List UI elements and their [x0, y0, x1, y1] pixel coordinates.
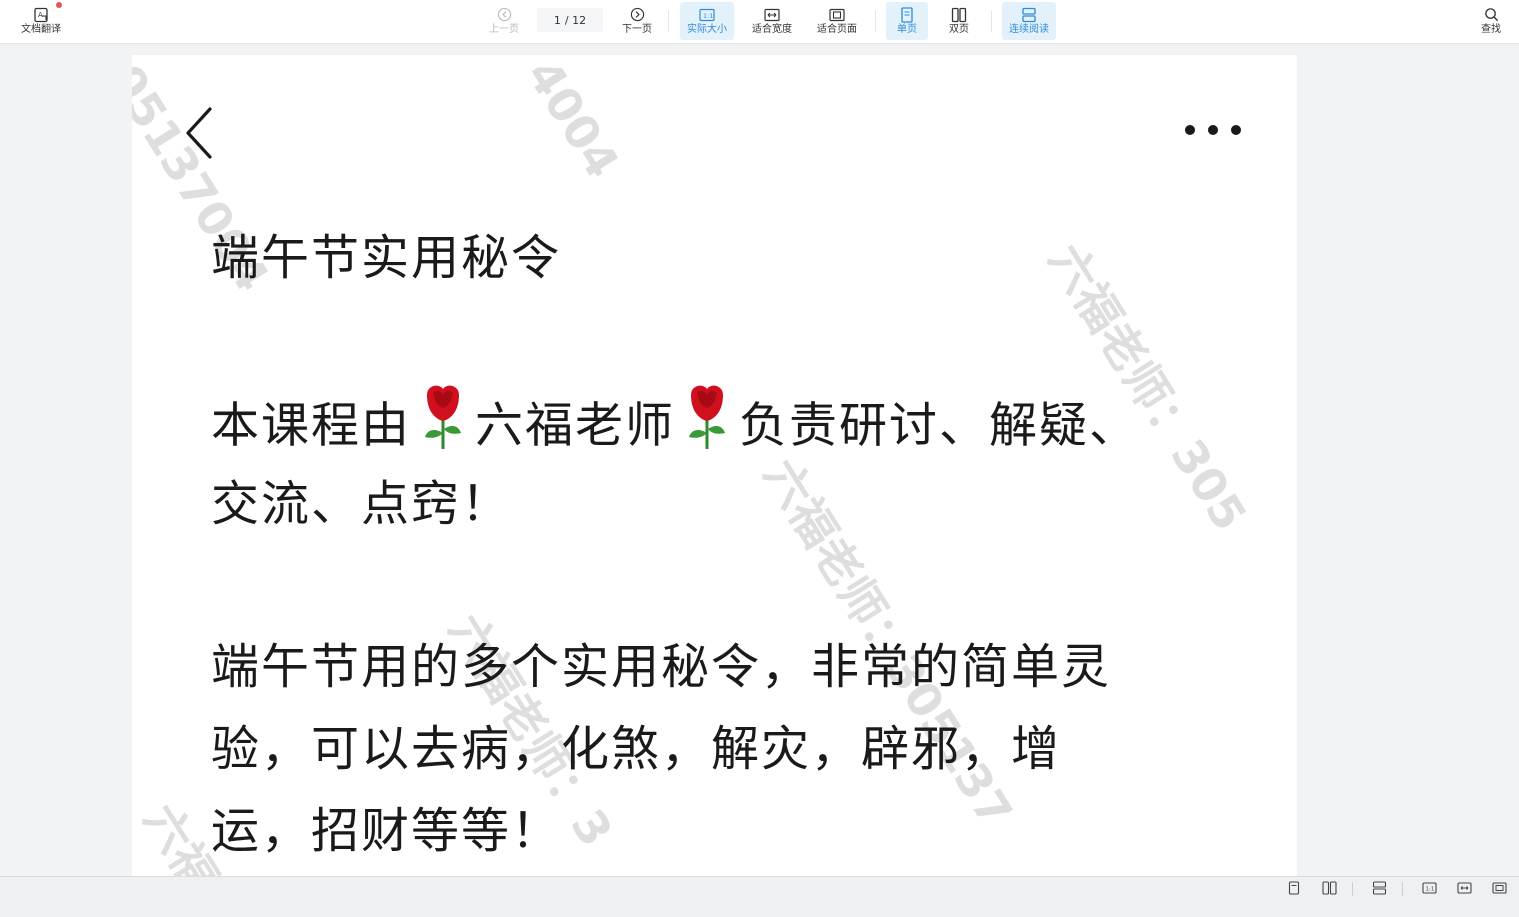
- continuous-scroll-icon[interactable]: [1371, 881, 1387, 895]
- continuous-reading-button[interactable]: 连续阅读: [1002, 2, 1056, 40]
- prev-page-button[interactable]: 上一页: [483, 2, 525, 40]
- double-page-label: 双页: [949, 23, 969, 35]
- page-current-input[interactable]: 1: [554, 14, 561, 27]
- double-page-icon[interactable]: [1321, 881, 1337, 895]
- fit-width-icon[interactable]: [1456, 881, 1472, 895]
- document-title: 端午节实用秘令: [211, 230, 562, 286]
- actual-size-button[interactable]: 1:1 实际大小: [680, 2, 734, 40]
- prev-page-label: 上一页: [489, 23, 519, 35]
- double-page-button[interactable]: 双页: [938, 2, 980, 40]
- fit-width-label: 适合宽度: [752, 23, 792, 35]
- single-page-icon[interactable]: [1286, 881, 1302, 895]
- single-page-label: 单页: [897, 23, 917, 35]
- toolbar-divider: [875, 10, 876, 32]
- page-total: / 12: [564, 13, 587, 27]
- notification-badge: [56, 2, 62, 8]
- status-bar: 1:1: [0, 876, 1519, 917]
- translate-doc-icon: A: [33, 7, 49, 23]
- fit-page-icon: [829, 7, 845, 23]
- actual-size-label: 实际大小: [687, 23, 727, 35]
- fit-page-button[interactable]: 适合页面: [810, 2, 864, 40]
- back-chevron-icon[interactable]: [182, 105, 216, 165]
- one-to-one-icon: 1:1: [699, 7, 715, 23]
- single-page-icon: [900, 6, 914, 23]
- search-icon: [1484, 7, 1499, 23]
- more-dots-icon[interactable]: [1185, 125, 1241, 135]
- paragraph-2-line3: 运，招财等等！: [211, 803, 562, 859]
- top-toolbar: A 文档翻译 上一页 1 / 12 下一页 1:1 实际大小 适合宽度 适合页面…: [0, 0, 1519, 44]
- next-page-button[interactable]: 下一页: [616, 2, 658, 40]
- status-divider: [1352, 882, 1353, 896]
- paragraph-1-line2: 交流、点窍！: [211, 476, 512, 532]
- svg-text:1:1: 1:1: [1425, 887, 1434, 893]
- next-page-label: 下一页: [622, 23, 652, 35]
- page-indicator[interactable]: 1 / 12: [537, 8, 603, 32]
- paragraph-1: 本课程由 六福老师 负责研讨、解疑、: [211, 381, 1211, 476]
- status-divider: [1402, 882, 1403, 896]
- search-button[interactable]: 查找: [1474, 2, 1508, 40]
- fit-width-icon: [764, 7, 780, 23]
- document-page: 05137004 4004 六福老师：305 六福老师：305137 六福老师：…: [132, 55, 1297, 876]
- continuous-reading-label: 连续阅读: [1009, 23, 1049, 35]
- fit-page-label: 适合页面: [817, 23, 857, 35]
- fit-page-icon[interactable]: [1491, 881, 1507, 895]
- circle-arrow-left-icon: [497, 7, 512, 23]
- search-label: 查找: [1481, 23, 1501, 35]
- rose-emoji-icon: [677, 381, 737, 476]
- translate-label: 文档翻译: [21, 23, 61, 35]
- paragraph-2-line1: 端午节用的多个实用秘令，非常的简单灵: [211, 639, 1112, 695]
- toolbar-divider: [668, 10, 669, 32]
- document-viewer[interactable]: 05137004 4004 六福老师：305 六福老师：305137 六福老师：…: [0, 45, 1519, 876]
- p1-part1: 本课程由: [211, 397, 412, 454]
- double-page-icon: [951, 7, 967, 23]
- svg-text:A: A: [38, 11, 43, 19]
- p1-name: 六福老师: [475, 397, 676, 454]
- watermark-text: 4004: [516, 55, 630, 188]
- rose-emoji-icon: [413, 381, 473, 476]
- single-page-button[interactable]: 单页: [886, 2, 928, 40]
- p1-part2: 负责研讨、解疑、: [739, 397, 1140, 454]
- svg-text:1:1: 1:1: [703, 12, 713, 20]
- circle-arrow-right-icon: [630, 7, 645, 23]
- continuous-scroll-icon: [1021, 7, 1037, 23]
- paragraph-2-line2: 验，可以去病，化煞，解灾，辟邪，增: [211, 721, 1062, 777]
- fit-width-button[interactable]: 适合宽度: [745, 2, 799, 40]
- toolbar-divider: [991, 10, 992, 32]
- one-to-one-icon[interactable]: 1:1: [1421, 881, 1437, 895]
